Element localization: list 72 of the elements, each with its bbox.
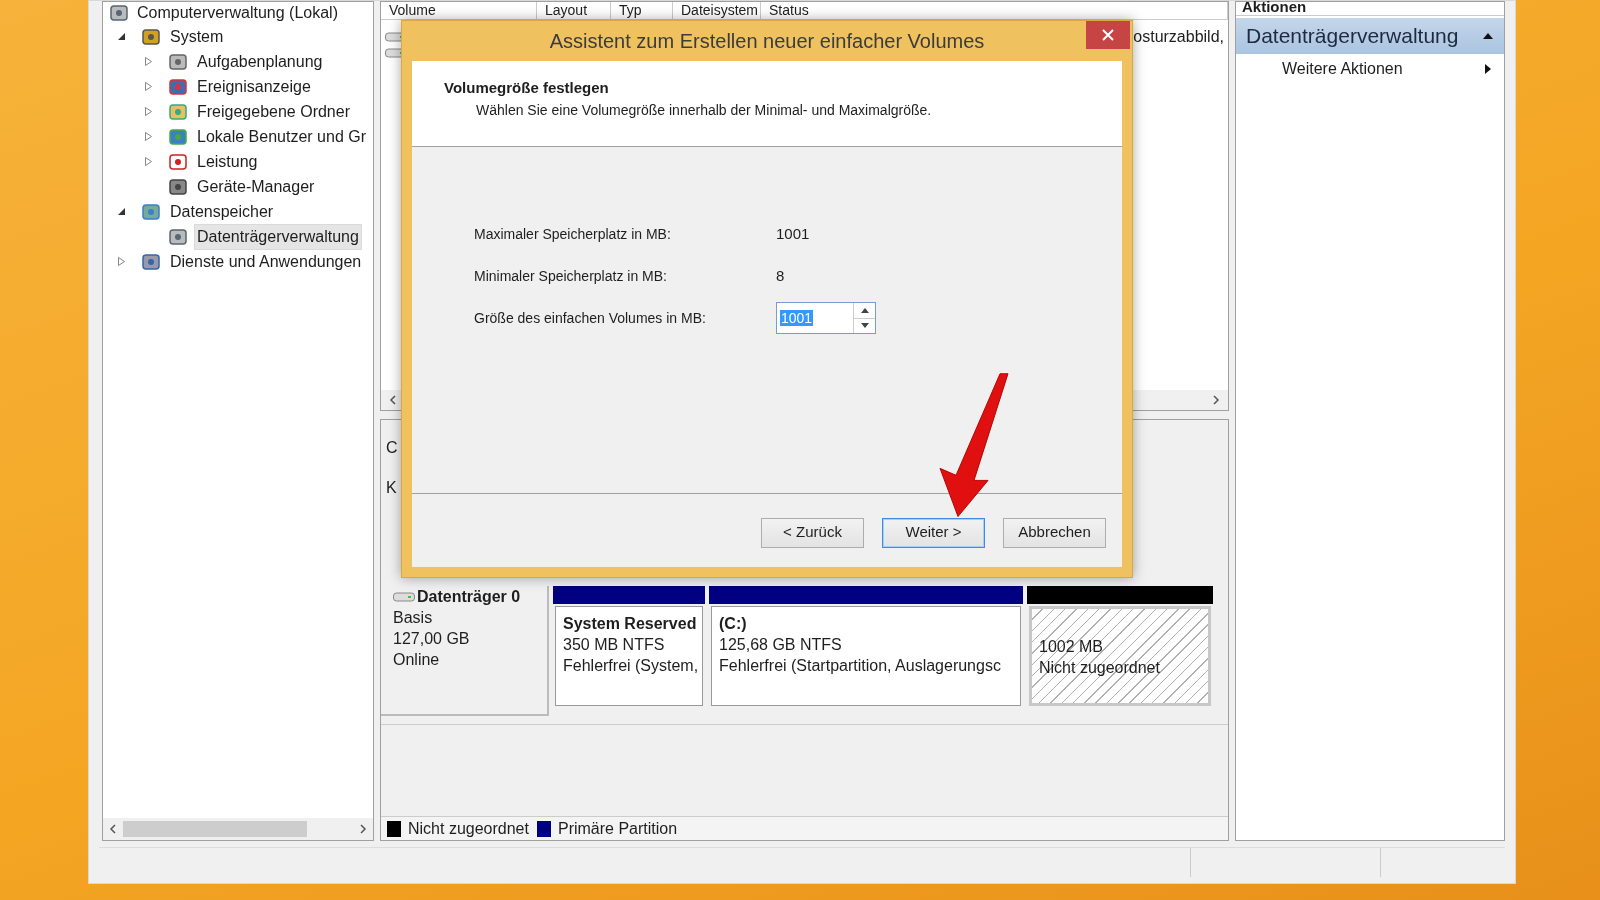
step-description: Wählen Sie eine Volumegröße innerhalb der Minimal- und Maximalgröße. [475, 100, 933, 120]
step-heading: Volumegröße festlegen [444, 78, 610, 98]
field-label: Minimaler Speicherplatz in MB: [474, 266, 668, 286]
action-item[interactable]: Weitere Aktionen [1236, 54, 1504, 84]
column-header[interactable]: Typ [611, 2, 673, 19]
disk-label: K [386, 478, 398, 498]
partition-name: (C:) [719, 614, 748, 634]
disk-info[interactable]: Datenträger 0 Basis 127,00 GB Online [381, 586, 549, 716]
tree-item[interactable]: Freigegebene Ordner [194, 98, 353, 125]
wizard-button[interactable]: < Zurück [761, 517, 864, 548]
field-label: Maximaler Speicherplatz in MB: [474, 224, 672, 244]
field-value: 1001 [776, 223, 810, 244]
collapsed-arrow-icon[interactable] [144, 132, 153, 141]
tree-item[interactable]: Lokale Benutzer und Gr [194, 123, 369, 150]
field-value: 8 [776, 265, 785, 286]
expanded-arrow-icon[interactable] [117, 207, 126, 216]
legend-label: Primäre Partition [557, 818, 678, 839]
tree-item[interactable]: Datenspeicher [167, 198, 277, 225]
collapsed-arrow-icon[interactable] [144, 157, 153, 166]
submenu-arrow-icon [1484, 63, 1492, 75]
spin-up-icon[interactable] [860, 307, 869, 313]
column-header[interactable]: Status [761, 2, 1228, 19]
field-label: Größe des einfachen Volumes in MB: [474, 308, 707, 328]
dialog-title: Assistent zum Erstellen neuer einfacher Volumes [548, 29, 986, 54]
collapsed-arrow-icon[interactable] [144, 107, 153, 116]
partition-status: Fehlerfrei (Startpartition, Auslagerungsc [719, 656, 1002, 676]
scroll-left-icon[interactable] [389, 395, 397, 405]
horizontal-scrollbar[interactable] [103, 818, 373, 840]
tree-item[interactable]: Ereignisanzeige [194, 73, 314, 100]
scrollbar-thumb[interactable] [123, 821, 307, 837]
disk-type: Basis [393, 608, 434, 628]
close-icon [1102, 29, 1114, 41]
legend-label: Nicht zugeordnet [408, 818, 529, 839]
section-title: Datenträgerverwaltung [1246, 23, 1459, 50]
partition-size: 1002 MB [1039, 637, 1105, 657]
scroll-right-icon[interactable] [1212, 395, 1220, 405]
tree-item[interactable]: Aufgabenplanung [194, 48, 326, 75]
actions-section-header[interactable]: Datenträgerverwaltung [1236, 18, 1504, 54]
collapsed-arrow-icon[interactable] [144, 57, 153, 66]
tree-item[interactable]: Leistung [194, 148, 261, 175]
disk-status: Online [393, 650, 441, 670]
column-header[interactable]: Dateisystem [673, 2, 761, 19]
partition-status: Nicht zugeordnet [1039, 658, 1161, 678]
partition-size: 125,68 GB NTFS [719, 635, 843, 655]
actions-title: Aktionen [1242, 0, 1307, 15]
column-header[interactable]: Volume [381, 2, 537, 19]
list-cell-text: osturzabbild, [1133, 27, 1224, 47]
partition-size: 350 MB NTFS [563, 635, 666, 655]
collapsed-arrow-icon[interactable] [117, 257, 126, 266]
tree-item[interactable]: System [167, 23, 227, 50]
disk-label: C [386, 438, 399, 458]
partition-box[interactable]: (C:) 125,68 GB NTFS Fehlerfrei (Startpartition, Auslagerungsc [711, 606, 1021, 706]
expanded-arrow-icon[interactable] [117, 32, 126, 41]
partition-box[interactable]: System Reserved 350 MB NTFS Fehlerfrei (System, [555, 606, 703, 706]
close-button[interactable] [1086, 21, 1130, 49]
partition-name: System Reserved [563, 614, 695, 634]
scroll-left-icon[interactable] [109, 824, 117, 834]
partition-box[interactable]: 1002 MB Nicht zugeordnet [1029, 606, 1211, 706]
tree-item[interactable]: Dienste und Anwendungen [167, 248, 365, 275]
tree-item[interactable]: Geräte-Manager [194, 173, 318, 200]
disk-name: Datenträger 0 [417, 587, 521, 607]
wizard-button[interactable]: Weiter > [882, 517, 985, 548]
collapse-arrow-icon[interactable] [1482, 32, 1494, 40]
partition-status: Fehlerfrei (System, [563, 656, 695, 676]
scroll-right-icon[interactable] [359, 824, 367, 834]
spin-down-icon[interactable] [860, 323, 869, 329]
tree-root[interactable]: Computerverwaltung (Lokal) [137, 2, 338, 25]
column-header[interactable]: Layout [537, 2, 611, 19]
disk-size: 127,00 GB [393, 629, 471, 649]
tree-item[interactable]: Datenträgerverwaltung [194, 223, 362, 250]
collapsed-arrow-icon[interactable] [144, 82, 153, 91]
wizard-button[interactable]: Abbrechen [1003, 517, 1106, 548]
